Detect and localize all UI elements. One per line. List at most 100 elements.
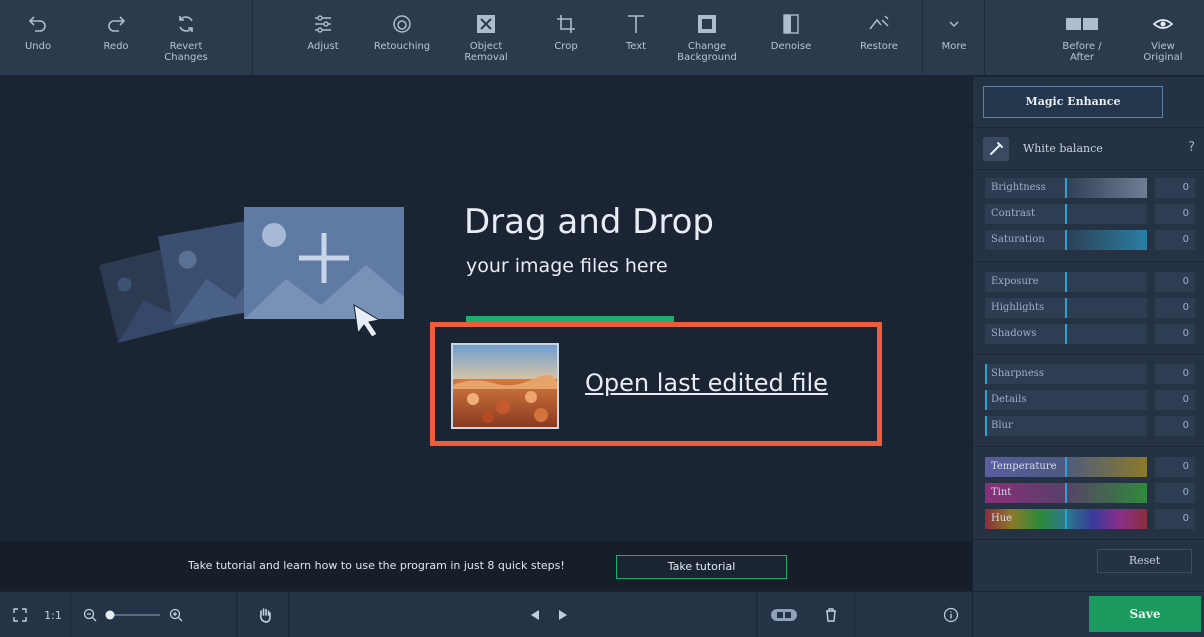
highlights-value[interactable]: 0 <box>1155 298 1195 318</box>
text-icon <box>624 12 648 36</box>
trash-icon[interactable] <box>820 592 842 637</box>
sharpness-thumb[interactable] <box>985 364 987 384</box>
highlights-slider[interactable]: Highlights 0 <box>983 298 1195 318</box>
redo-button[interactable]: Redo <box>96 0 136 76</box>
hue-label: Hue <box>991 513 1013 524</box>
hue-value[interactable]: 0 <box>1155 509 1195 529</box>
crop-label: Crop <box>554 41 578 52</box>
reset-button[interactable]: Reset <box>1097 549 1192 573</box>
object-removal-label: Object Removal <box>464 41 508 63</box>
help-icon[interactable]: ? <box>1188 140 1195 155</box>
view-original-button[interactable]: View Original <box>1136 0 1190 76</box>
retouching-button[interactable]: Retouching <box>366 0 438 76</box>
more-label: More <box>941 41 967 52</box>
highlights-thumb[interactable] <box>1065 298 1067 318</box>
details-thumb[interactable] <box>985 390 987 410</box>
contrast-value[interactable]: 0 <box>1155 204 1195 224</box>
change-background-button[interactable]: Change Background <box>672 0 742 76</box>
blur-label: Blur <box>991 420 1013 431</box>
temperature-label: Temperature <box>991 461 1057 472</box>
brightness-thumb[interactable] <box>1065 178 1067 198</box>
panel-divider <box>973 446 1204 447</box>
blur-thumb[interactable] <box>985 416 987 436</box>
retouching-label: Retouching <box>373 41 431 52</box>
white-balance-row: White balance ? <box>983 137 1195 161</box>
hue-slider[interactable]: Hue 0 <box>983 509 1195 529</box>
denoise-button[interactable]: Denoise <box>764 0 818 76</box>
zoom-out-icon[interactable] <box>80 592 100 637</box>
exposure-thumb[interactable] <box>1065 272 1067 292</box>
bottom-divider <box>288 592 289 637</box>
saturation-slider[interactable]: Saturation 0 <box>983 230 1195 250</box>
exposure-slider[interactable]: Exposure 0 <box>983 272 1195 292</box>
open-last-edited-file-link[interactable]: Open last edited file <box>585 369 828 397</box>
details-label: Details <box>991 394 1027 405</box>
crop-button[interactable]: Crop <box>546 0 586 76</box>
adjust-label: Adjust <box>307 41 339 52</box>
hand-tool-icon[interactable] <box>254 592 276 637</box>
details-slider[interactable]: Details 0 <box>983 390 1195 410</box>
drag-drop-title: Drag and Drop <box>464 202 714 242</box>
contrast-slider[interactable]: Contrast 0 <box>983 204 1195 224</box>
bottom-divider <box>236 592 237 637</box>
eyedropper-icon[interactable] <box>983 137 1009 161</box>
panel-divider <box>973 539 1204 540</box>
view-original-label: View Original <box>1143 41 1183 63</box>
retouching-icon <box>390 12 414 36</box>
revert-changes-button[interactable]: Revert Changes <box>160 0 212 76</box>
denoise-label: Denoise <box>770 41 812 52</box>
drop-area[interactable]: Drag and Drop your image files here Open… <box>0 77 972 541</box>
actual-size-button[interactable]: 1:1 <box>40 592 66 637</box>
change-background-icon <box>695 12 719 36</box>
previous-image-icon[interactable] <box>524 592 546 637</box>
tint-slider[interactable]: Tint 0 <box>983 483 1195 503</box>
temperature-thumb[interactable] <box>1065 457 1067 477</box>
denoise-icon <box>779 12 803 36</box>
object-removal-button[interactable]: Object Removal <box>458 0 514 76</box>
temperature-slider[interactable]: Temperature 0 <box>983 457 1195 477</box>
exposure-value[interactable]: 0 <box>1155 272 1195 292</box>
blur-slider[interactable]: Blur 0 <box>983 416 1195 436</box>
tint-value[interactable]: 0 <box>1155 483 1195 503</box>
take-tutorial-button[interactable]: Take tutorial <box>616 555 787 579</box>
object-removal-icon <box>474 12 498 36</box>
brightness-slider[interactable]: Brightness 0 <box>983 178 1195 198</box>
more-button[interactable]: More <box>934 0 974 76</box>
contrast-thumb[interactable] <box>1065 204 1067 224</box>
tutorial-text: Take tutorial and learn how to use the p… <box>188 559 565 572</box>
zoom-slider[interactable] <box>100 592 164 637</box>
shadows-thumb[interactable] <box>1065 324 1067 344</box>
last-file-thumbnail[interactable] <box>451 343 559 429</box>
last-edited-file-panel: Open last edited file <box>430 322 882 446</box>
magic-enhance-button[interactable]: Magic Enhance <box>983 86 1163 118</box>
redo-icon <box>104 12 128 36</box>
adjust-icon <box>311 12 335 36</box>
sharpness-value[interactable]: 0 <box>1155 364 1195 384</box>
hue-thumb[interactable] <box>1065 509 1067 529</box>
shadows-slider[interactable]: Shadows 0 <box>983 324 1195 344</box>
tint-thumb[interactable] <box>1065 483 1067 503</box>
fit-to-screen-icon[interactable] <box>6 592 34 637</box>
zoom-in-icon[interactable] <box>166 592 186 637</box>
save-button[interactable]: Save <box>1089 596 1201 632</box>
adjust-button[interactable]: Adjust <box>300 0 346 76</box>
next-image-icon[interactable] <box>552 592 574 637</box>
blur-value[interactable]: 0 <box>1155 416 1195 436</box>
bottom-divider <box>854 592 855 637</box>
saturation-value[interactable]: 0 <box>1155 230 1195 250</box>
brightness-value[interactable]: 0 <box>1155 178 1195 198</box>
temperature-value[interactable]: 0 <box>1155 457 1195 477</box>
compare-icon[interactable] <box>766 592 802 637</box>
sharpness-slider[interactable]: Sharpness 0 <box>983 364 1195 384</box>
restore-button[interactable]: Restore <box>852 0 906 76</box>
text-label: Text <box>625 41 647 52</box>
shadows-value[interactable]: 0 <box>1155 324 1195 344</box>
text-button[interactable]: Text <box>616 0 656 76</box>
saturation-thumb[interactable] <box>1065 230 1067 250</box>
details-value[interactable]: 0 <box>1155 390 1195 410</box>
tutorial-bar: Take tutorial and learn how to use the p… <box>0 541 972 591</box>
before-after-button[interactable]: Before / After <box>1050 0 1114 76</box>
tint-label: Tint <box>991 487 1012 498</box>
undo-button[interactable]: Undo <box>18 0 58 76</box>
info-icon[interactable] <box>940 592 962 637</box>
